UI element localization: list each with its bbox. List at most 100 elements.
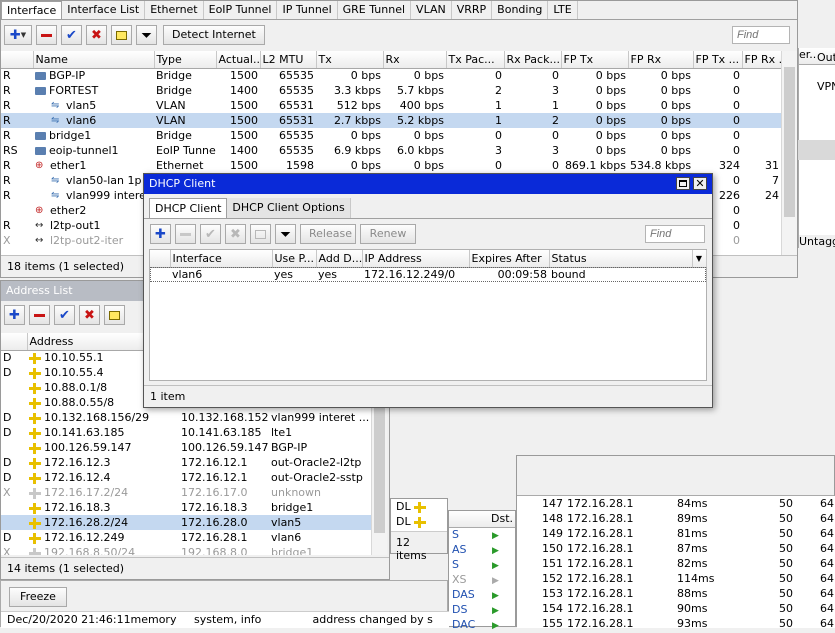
col-dhcp-interface[interactable]: Interface <box>170 250 273 268</box>
row-fprx: 534.8 kbps <box>630 159 692 172</box>
ping-size: 50 <box>779 617 793 628</box>
route-row[interactable]: XS ▶ <box>449 573 515 588</box>
ping-size: 50 <box>779 587 793 600</box>
row-name-cell: bridge1 <box>33 128 154 143</box>
tab-ethernet[interactable]: Ethernet <box>145 1 204 19</box>
addr-network: 172.16.28.1 <box>181 531 248 544</box>
ping-time: 89ms <box>677 512 708 525</box>
dhcp-row[interactable]: vlan6 yes yes 172.16.12.249/0 00:09:58 b… <box>150 267 706 282</box>
col-dhcp-status[interactable]: Status <box>549 250 693 268</box>
addr-flag <box>1 380 27 395</box>
detect-internet-button[interactable]: Detect Internet <box>163 25 265 45</box>
col-name[interactable]: Name <box>33 51 155 69</box>
route-row[interactable]: DAS ▶ <box>449 588 515 603</box>
row-name-cell: ↔ l2tp-out1 <box>33 218 154 233</box>
interface-row[interactable]: R FORTEST Bridge 1400 65535 3.3 kbps 5.7 kbps 2… <box>1 83 781 98</box>
interface-row[interactable]: Rbridge1 Bridge 1500 65535 0 bps 0 bps 0 0 0 bps… <box>1 128 781 143</box>
comment-address-button[interactable] <box>104 305 125 325</box>
interface-row[interactable]: RS eoip-tunnel1 EoIP Tunnel 1400 65535 6.9 kb… <box>1 143 781 158</box>
disable-address-button[interactable]: ✖ <box>79 305 100 325</box>
column-menu-icon[interactable]: ▼ <box>692 250 707 268</box>
address-row[interactable]: X 172.16.17.2/24 172.16.17.0 unknown <box>1 485 371 500</box>
address-row[interactable]: D 10.141.63.185 10.141.63.185 lte1 <box>1 425 371 440</box>
col-use-peer-dns[interactable]: Use P... <box>272 250 317 268</box>
tab-dhcp-client[interactable]: DHCP Client <box>149 198 228 218</box>
tab-interface-list[interactable]: Interface List <box>62 1 146 19</box>
address-icon <box>29 503 41 514</box>
remove-button[interactable] <box>36 25 57 45</box>
tab-dhcp-client-options[interactable]: DHCP Client Options <box>227 198 351 218</box>
addr-flag: D <box>3 411 12 424</box>
col-actual-mtu[interactable]: Actual... <box>216 51 261 69</box>
enable-address-button[interactable]: ✔ <box>54 305 75 325</box>
route-arrow-icon: ▶ <box>492 546 499 556</box>
interface-row[interactable]: R ⊕ ether1 Ethernet 1500 1598 0 bps 0 bps 0 0 869.… <box>1 158 781 173</box>
tab-eoip-tunnel[interactable]: EoIP Tunnel <box>204 1 278 19</box>
disable-dhcp-button[interactable]: ✖ <box>225 224 246 244</box>
col-flag[interactable] <box>1 51 34 69</box>
interface-row[interactable]: R ⇋ vlan6 VLAN 1500 65531 2.7 kbps 5.2 kbps 1 2 0 … <box>1 113 781 128</box>
route-row[interactable]: AS ▶ <box>449 543 515 558</box>
address-row[interactable]: D 172.16.12.3 172.16.12.1 out-Oracle2-l2tp <box>1 455 371 470</box>
release-button[interactable]: Release <box>300 224 356 244</box>
interface-scrollbar-thumb[interactable] <box>784 67 795 217</box>
route-row[interactable]: DAC ▶ <box>449 618 515 633</box>
route-row[interactable]: S ▶ <box>449 558 515 573</box>
address-scrollbar-thumb[interactable] <box>374 403 385 533</box>
freeze-button[interactable]: Freeze <box>9 587 67 607</box>
dhcp-titlebar[interactable]: DHCP Client ✕ <box>144 174 712 194</box>
col-expires-after[interactable]: Expires After <box>469 250 550 268</box>
col-type[interactable]: Type <box>154 51 217 69</box>
col-rx-packets[interactable]: Rx Pack... <box>504 51 562 69</box>
close-button[interactable]: ✕ <box>693 177 707 190</box>
address-row[interactable]: X 192.168.8.50/24 192.168.8.0 bridge1 <box>1 545 371 555</box>
col-fp-rx[interactable]: FP Rx <box>628 51 694 69</box>
remove-dhcp-button[interactable] <box>175 224 196 244</box>
tab-interface[interactable]: Interface <box>1 1 63 19</box>
tab-vrrp[interactable]: VRRP <box>452 1 493 19</box>
remove-address-button[interactable] <box>29 305 50 325</box>
maximize-button[interactable] <box>676 177 690 190</box>
address-row[interactable]: D 172.16.12.249 172.16.28.1 vlan6 <box>1 530 371 545</box>
tab-bonding[interactable]: Bonding <box>492 1 549 19</box>
col-tx-packets[interactable]: Tx Pac... <box>446 51 505 69</box>
address-row[interactable]: 172.16.18.3 172.16.18.3 bridge1 <box>1 500 371 515</box>
renew-button[interactable]: Renew <box>360 224 416 244</box>
tab-gre-tunnel[interactable]: GRE Tunnel <box>338 1 412 19</box>
address-row[interactable]: D 172.16.12.4 172.16.12.1 out-Oracle2-sstp <box>1 470 371 485</box>
interface-find-input[interactable] <box>732 26 790 44</box>
comment-dhcp-button[interactable] <box>250 224 271 244</box>
disable-button[interactable]: ✖ <box>86 25 107 45</box>
col-fp-tx[interactable]: FP Tx <box>561 51 629 69</box>
tab-ip-tunnel[interactable]: IP Tunnel <box>277 1 338 19</box>
col-fp-tx-packets[interactable]: FP Tx ... <box>693 51 743 69</box>
comment-button[interactable] <box>111 25 132 45</box>
address-row[interactable]: 172.16.28.2/24 172.16.28.0 vlan5 <box>1 515 371 530</box>
enable-dhcp-button[interactable]: ✔ <box>200 224 221 244</box>
route-row[interactable]: DS ▶ <box>449 603 515 618</box>
tab-lte[interactable]: LTE <box>548 1 578 19</box>
route-row[interactable]: S ▶ <box>449 528 515 543</box>
address-icon <box>414 502 427 513</box>
tab-vlan[interactable]: VLAN <box>411 1 452 19</box>
interface-row[interactable]: R BGP-IP Bridge 1500 65535 0 bps 0 bps 0 0 0 bps 0… <box>1 68 781 83</box>
address-row[interactable]: 100.126.59.147 100.126.59.147 BGP-IP <box>1 440 371 455</box>
col-rx[interactable]: Rx <box>383 51 447 69</box>
filter-dhcp-button[interactable]: ⏷ <box>275 224 296 244</box>
interface-row[interactable]: R ⇋ vlan5 VLAN 1500 65531 512 bps 400 bps 1 1 0 bp… <box>1 98 781 113</box>
add-button[interactable]: ✚ ▼ <box>4 25 32 45</box>
col-ip-address[interactable]: IP Address <box>362 250 470 268</box>
dhcp-find-input[interactable] <box>645 225 705 243</box>
col-add-default-route[interactable]: Add D... <box>316 250 363 268</box>
add-address-button[interactable]: ✚ <box>4 305 25 325</box>
add-dhcp-button[interactable]: ✚ <box>150 224 171 244</box>
col-addr-flag[interactable] <box>1 333 28 351</box>
interface-scrollbar[interactable] <box>781 51 797 256</box>
filter-button[interactable]: ⏷ <box>136 25 157 45</box>
address-row[interactable]: D 10.132.168.156/29 10.132.168.152 vlan999 … <box>1 410 371 425</box>
col-tx[interactable]: Tx <box>316 51 384 69</box>
enable-button[interactable]: ✔ <box>61 25 82 45</box>
col-dhcp-flag[interactable] <box>150 250 171 268</box>
col-l2-mtu[interactable]: L2 MTU <box>260 51 317 69</box>
col-fp-rx-packets[interactable]: FP Rx ... <box>742 51 781 69</box>
